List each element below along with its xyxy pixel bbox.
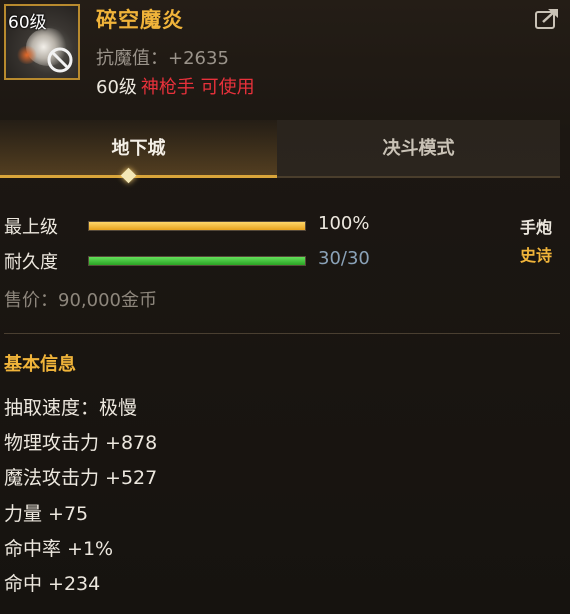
durability-bar [88, 256, 306, 266]
share-icon[interactable] [534, 6, 562, 30]
weapon-type: 手炮 [520, 218, 553, 237]
stat-line: 抽取速度：极慢 [4, 397, 138, 419]
mode-tabs: 地下城 决斗模式 [0, 120, 560, 178]
stat-line: 命中 +234 [4, 573, 101, 595]
divider [4, 333, 560, 334]
stat-line: 力量 +75 [4, 503, 89, 525]
item-tooltip-panel: 60级 碎空魔炎 抗魔值：+2635 60级 神枪手 可使用 地下城 决斗模式 最… [0, 0, 570, 614]
grade-bar-fill [89, 222, 305, 230]
section-title-basic-info: 基本信息 [4, 354, 76, 375]
stat-line: 物理攻击力 +878 [4, 432, 158, 454]
tab-duel[interactable]: 决斗模式 [277, 120, 560, 178]
grade-value: 100% [318, 213, 370, 234]
item-name: 碎空魔炎 [96, 8, 184, 32]
grade-bar [88, 221, 306, 231]
grade-label: 最上级 [4, 217, 58, 238]
requirement-line: 60级 神枪手 可使用 [96, 73, 255, 99]
durability-bar-fill [89, 257, 305, 265]
ember-icon [16, 46, 38, 64]
durability-label: 耐久度 [4, 252, 58, 273]
tab-dungeon[interactable]: 地下城 [0, 120, 277, 178]
stat-line: 魔法攻击力 +527 [4, 467, 158, 489]
required-class: 神枪手 可使用 [140, 77, 255, 98]
sell-price: 售价：90,000金币 [4, 290, 157, 311]
stat-line: 命中率 +1% [4, 538, 114, 560]
unavailable-icon [47, 47, 73, 73]
durability-value: 30/30 [318, 248, 370, 269]
rarity-label: 史诗 [520, 246, 553, 265]
resist-value: 抗魔值：+2635 [96, 48, 229, 69]
required-level: 60级 [96, 77, 137, 98]
item-level-badge: 60级 [8, 13, 47, 33]
item-icon[interactable]: 60级 [4, 4, 80, 80]
